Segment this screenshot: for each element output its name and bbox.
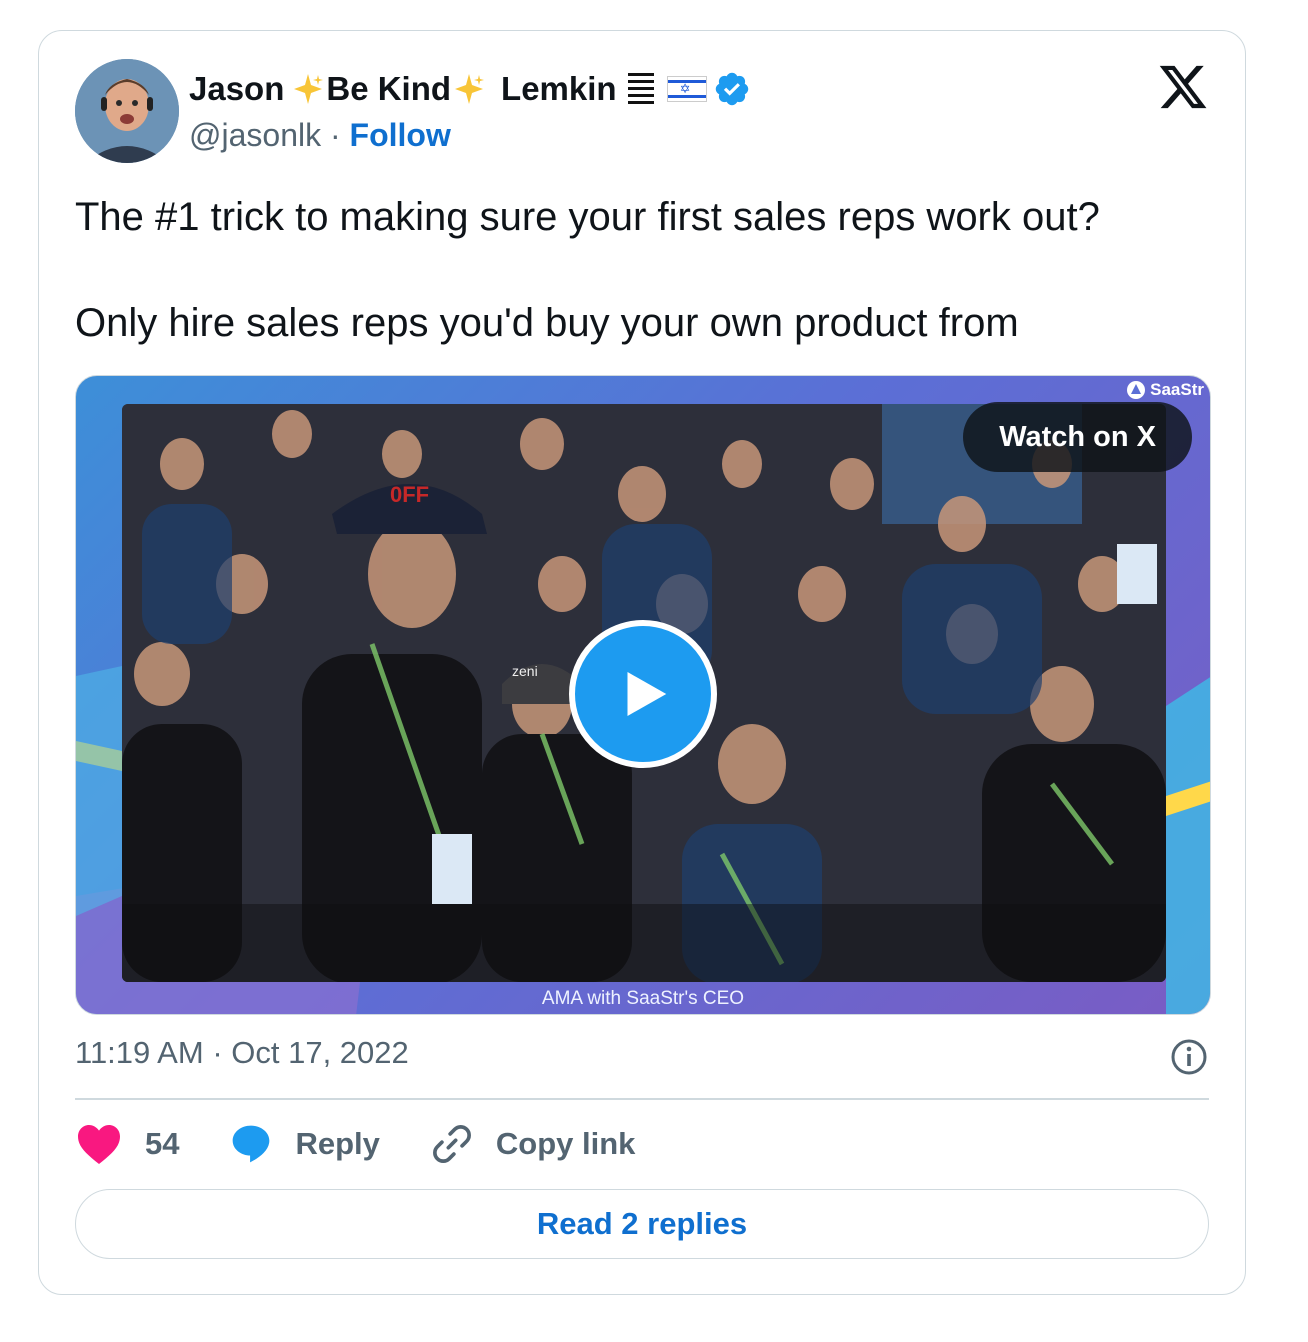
watch-on-x-button[interactable]: Watch on X: [963, 402, 1192, 472]
handle-separator: ·: [329, 117, 341, 153]
divider: [75, 1098, 1209, 1100]
cap-logo-text: 0FF: [390, 482, 429, 507]
tweet-date: Oct 17, 2022: [231, 1035, 409, 1070]
speech-bubble-icon: [233, 1125, 270, 1163]
read-replies-button[interactable]: Read 2 replies: [75, 1189, 1209, 1259]
tweet-actions: 54 Reply Copy link: [75, 1119, 685, 1169]
video-player[interactable]: 0FF zeni SaaStr Watch on X AMA with SaaS…: [75, 375, 1211, 1015]
copy-link-label: Copy link: [495, 1126, 636, 1161]
copy-link-button[interactable]: Copy link: [430, 1122, 636, 1166]
stacked-bars-icon: [627, 73, 654, 104]
play-icon: [627, 672, 667, 716]
info-icon[interactable]: [1169, 1037, 1209, 1077]
link-icon: [432, 1125, 471, 1163]
tweet-timestamp[interactable]: 11:19 AM · Oct 17, 2022: [75, 1035, 409, 1071]
timestamp-separator: ·: [212, 1035, 223, 1070]
author-handle-row: @jasonlk · Follow: [189, 117, 451, 154]
reply-label: Reply: [295, 1126, 380, 1161]
embedded-tweet-card: Jason Be Kind Lemkin ✡ @jasonlk · Follow: [38, 30, 1246, 1295]
avatar[interactable]: [75, 59, 179, 163]
sparkle-icon: [294, 74, 324, 104]
x-logo-icon[interactable]: [1157, 61, 1209, 113]
saastr-watermark: SaaStr: [1126, 380, 1204, 400]
reply-button[interactable]: Reply: [229, 1122, 380, 1166]
tweet-time: 11:19 AM: [75, 1035, 204, 1070]
follow-link[interactable]: Follow: [350, 117, 451, 153]
saastr-watermark-text: SaaStr: [1150, 380, 1204, 399]
author-first-name: Jason: [189, 70, 285, 107]
author-last-name: Lemkin: [501, 70, 617, 107]
like-count: 54: [145, 1126, 180, 1161]
like-button[interactable]: 54: [75, 1122, 179, 1166]
author-handle[interactable]: @jasonlk: [189, 117, 321, 153]
saastr-logo-icon: [1127, 381, 1146, 399]
play-button[interactable]: [569, 620, 717, 768]
israel-flag-icon: ✡: [666, 76, 707, 102]
sparkle-icon: [455, 74, 485, 104]
author-middle-name: Be Kind: [326, 70, 452, 107]
video-caption: AMA with SaaStr's CEO: [541, 988, 745, 1009]
heart-icon: [78, 1125, 120, 1164]
author-name-row[interactable]: Jason Be Kind Lemkin ✡: [189, 69, 751, 109]
hat-logo-text: zeni: [512, 663, 538, 679]
verified-badge-icon: [715, 72, 748, 106]
tweet-text: The #1 trick to making sure your first s…: [75, 195, 1100, 345]
